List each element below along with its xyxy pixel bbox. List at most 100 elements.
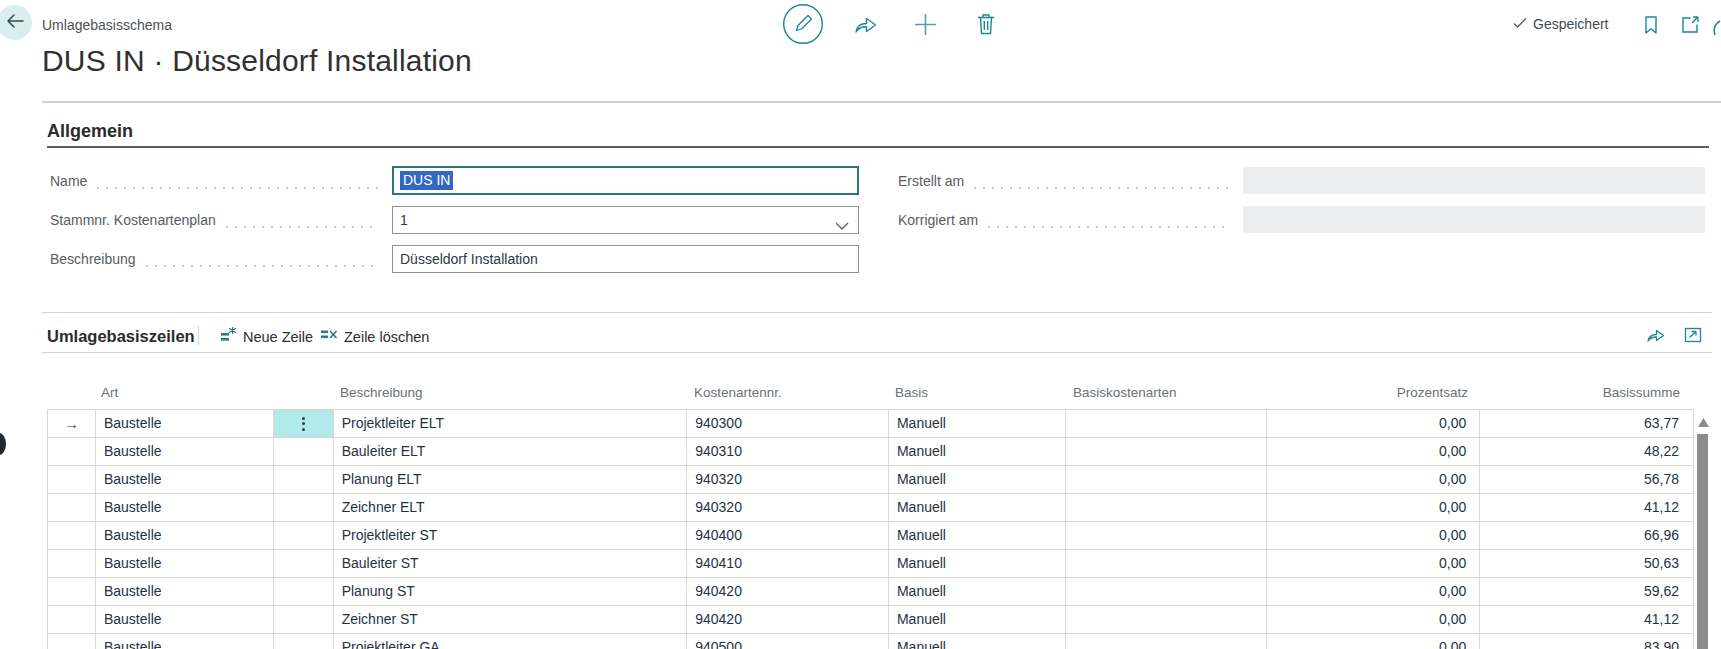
row-menu-cell[interactable] (274, 438, 334, 465)
cell-kostenartennr[interactable]: 940400 (687, 522, 889, 549)
scroll-up-icon[interactable] (1697, 414, 1710, 432)
row-menu-cell[interactable] (274, 634, 334, 649)
cell-prozentsatz[interactable]: 0,00 (1267, 438, 1480, 465)
cell-prozentsatz[interactable]: 0,00 (1267, 494, 1480, 521)
row-selector-cell[interactable] (48, 522, 96, 549)
cell-basis[interactable]: Manuell (889, 550, 1066, 577)
edit-button[interactable] (782, 3, 824, 49)
row-menu-cell[interactable] (274, 578, 334, 605)
cell-art[interactable]: Baustelle (96, 606, 274, 633)
cell-basiskostenarten[interactable] (1066, 438, 1268, 465)
new-line-button[interactable]: Neue Zeile (219, 326, 313, 347)
cell-kostenartennr[interactable]: 940320 (687, 466, 889, 493)
cell-art[interactable]: Baustelle (96, 522, 274, 549)
breadcrumb[interactable]: Umlagebasisschema (42, 17, 172, 33)
cell-art[interactable]: Baustelle (96, 438, 274, 465)
cell-kostenartennr[interactable]: 940420 (687, 606, 889, 633)
row-selector-cell[interactable]: → (48, 410, 96, 437)
cell-basis[interactable]: Manuell (889, 522, 1066, 549)
cell-basiskostenarten[interactable] (1066, 634, 1268, 649)
cell-kostenartennr[interactable]: 940320 (687, 494, 889, 521)
row-selector-cell[interactable] (48, 438, 96, 465)
beschreibung-field[interactable]: Düsseldorf Installation (392, 245, 859, 273)
section-title-umlagebasiszeilen[interactable]: Umlagebasiszeilen (47, 327, 195, 346)
cell-beschreibung[interactable]: Zeichner ELT (334, 494, 688, 521)
col-header-basiskostenarten[interactable]: Basiskostenarten (1073, 385, 1177, 400)
cell-kostenartennr[interactable]: 940310 (687, 438, 889, 465)
open-window-button[interactable] (1681, 16, 1700, 38)
row-selector-cell[interactable] (48, 466, 96, 493)
col-header-basissumme[interactable]: Basissumme (1480, 385, 1680, 400)
cell-basis[interactable]: Manuell (889, 438, 1066, 465)
stammnr-field[interactable]: 1 (392, 206, 859, 234)
cell-basissumme[interactable]: 63,77 (1480, 410, 1693, 437)
cell-prozentsatz[interactable]: 0,00 (1267, 466, 1480, 493)
cell-art[interactable]: Baustelle (96, 634, 274, 649)
cell-beschreibung[interactable]: Projektleiter ELT (334, 410, 688, 437)
lines-share-button[interactable] (1646, 326, 1666, 347)
row-selector-cell[interactable] (48, 550, 96, 577)
cell-prozentsatz[interactable]: 0,00 (1267, 410, 1480, 437)
row-menu-cell[interactable] (274, 494, 334, 521)
cell-basis[interactable]: Manuell (889, 634, 1066, 649)
cell-beschreibung[interactable]: Planung ST (334, 578, 688, 605)
cell-art[interactable]: Baustelle (96, 494, 274, 521)
cell-beschreibung[interactable]: Planung ELT (334, 466, 688, 493)
cell-basiskostenarten[interactable] (1066, 494, 1268, 521)
cell-basissumme[interactable]: 48,22 (1480, 438, 1693, 465)
cell-kostenartennr[interactable]: 940420 (687, 578, 889, 605)
cell-prozentsatz[interactable]: 0,00 (1267, 550, 1480, 577)
name-field[interactable]: DUS IN (392, 166, 859, 195)
row-selector-cell[interactable] (48, 606, 96, 633)
cell-art[interactable]: Baustelle (96, 410, 274, 437)
col-header-beschreibung[interactable]: Beschreibung (340, 385, 423, 400)
cell-basis[interactable]: Manuell (889, 578, 1066, 605)
cell-basissumme[interactable]: 50,63 (1480, 550, 1693, 577)
section-title-allgemein[interactable]: Allgemein (47, 121, 133, 142)
cell-prozentsatz[interactable]: 0,00 (1267, 634, 1480, 649)
back-button[interactable] (0, 5, 32, 40)
cell-beschreibung[interactable]: Bauleiter ST (334, 550, 688, 577)
bookmark-button[interactable] (1643, 15, 1659, 39)
cell-basis[interactable]: Manuell (889, 606, 1066, 633)
col-header-kostenartennr[interactable]: Kostenartennr. (694, 385, 782, 400)
scrollbar-thumb[interactable] (1697, 434, 1708, 649)
new-button[interactable] (913, 12, 938, 41)
cell-basiskostenarten[interactable] (1066, 578, 1268, 605)
col-header-art[interactable]: Art (101, 385, 118, 400)
delete-button[interactable] (975, 12, 997, 40)
row-menu-cell[interactable] (274, 606, 334, 633)
cell-basissumme[interactable]: 83,90 (1480, 634, 1693, 649)
cell-beschreibung[interactable]: Projektleiter ST (334, 522, 688, 549)
cell-art[interactable]: Baustelle (96, 578, 274, 605)
cell-basiskostenarten[interactable] (1066, 522, 1268, 549)
lines-expand-button[interactable] (1684, 327, 1702, 347)
cell-kostenartennr[interactable]: 940500 (687, 634, 889, 649)
cell-basiskostenarten[interactable] (1066, 410, 1268, 437)
cell-basis[interactable]: Manuell (889, 466, 1066, 493)
cell-basissumme[interactable]: 59,62 (1480, 578, 1693, 605)
col-header-basis[interactable]: Basis (895, 385, 928, 400)
cell-kostenartennr[interactable]: 940410 (687, 550, 889, 577)
row-menu-cell[interactable] (274, 466, 334, 493)
chevron-down-icon[interactable] (835, 217, 849, 233)
cell-basissumme[interactable]: 56,78 (1480, 466, 1693, 493)
row-menu-cell[interactable] (274, 410, 334, 437)
cell-beschreibung[interactable]: Bauleiter ELT (334, 438, 688, 465)
cell-prozentsatz[interactable]: 0,00 (1267, 578, 1480, 605)
cell-kostenartennr[interactable]: 940300 (687, 410, 889, 437)
cell-basissumme[interactable]: 41,12 (1480, 606, 1693, 633)
cell-basiskostenarten[interactable] (1066, 466, 1268, 493)
delete-line-button[interactable]: Zeile löschen (320, 326, 429, 347)
cell-basissumme[interactable]: 41,12 (1480, 494, 1693, 521)
cell-beschreibung[interactable]: Zeichner ST (334, 606, 688, 633)
cell-prozentsatz[interactable]: 0,00 (1267, 522, 1480, 549)
row-selector-cell[interactable] (48, 634, 96, 649)
cell-art[interactable]: Baustelle (96, 466, 274, 493)
cell-basis[interactable]: Manuell (889, 494, 1066, 521)
row-menu-cell[interactable] (274, 522, 334, 549)
col-header-prozentsatz[interactable]: Prozentsatz (1268, 385, 1468, 400)
row-selector-cell[interactable] (48, 494, 96, 521)
cell-basissumme[interactable]: 66,96 (1480, 522, 1693, 549)
share-button[interactable] (853, 13, 879, 39)
